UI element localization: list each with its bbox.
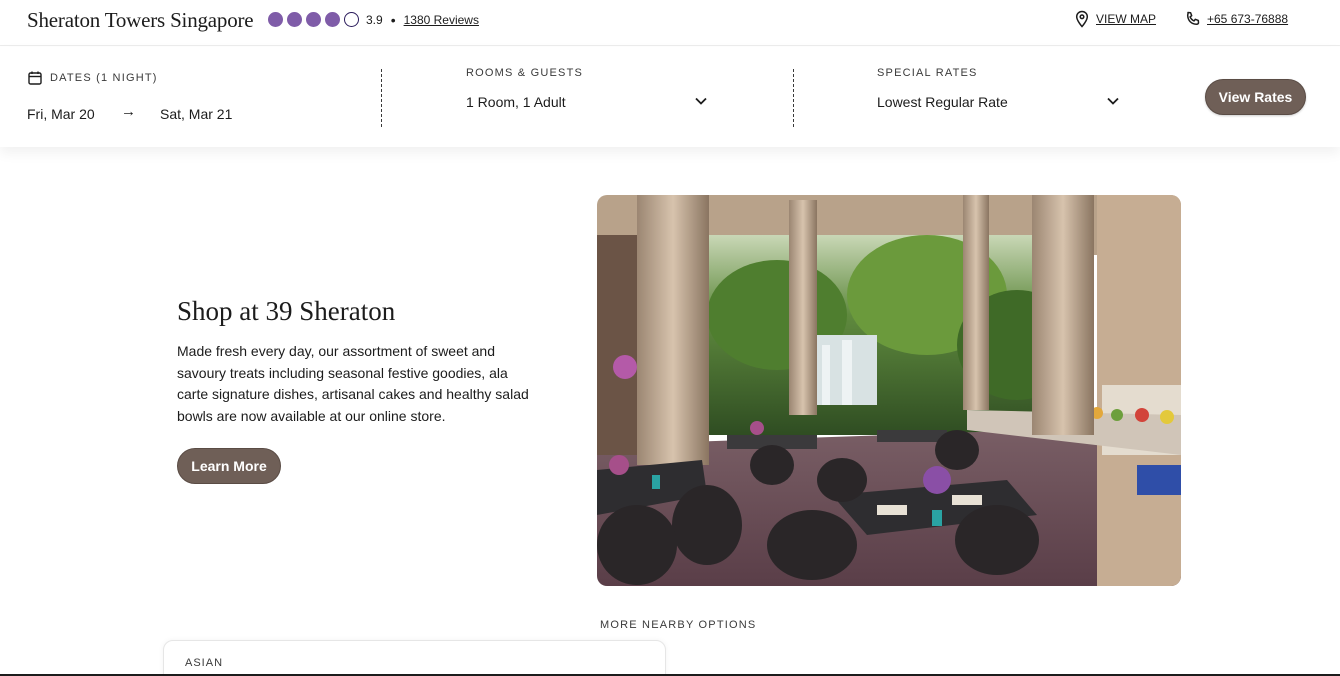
divider bbox=[793, 69, 794, 127]
view-rates-button[interactable]: View Rates bbox=[1205, 79, 1306, 115]
rooms-guests-select[interactable]: 1 Room, 1 Adult bbox=[466, 94, 566, 110]
calendar-icon bbox=[27, 70, 43, 86]
phone-icon bbox=[1184, 10, 1202, 28]
feature-title: Shop at 39 Sheraton bbox=[177, 296, 396, 326]
rating-value: 3.9 bbox=[366, 12, 383, 27]
rating-dot-filled bbox=[287, 12, 302, 27]
special-rates-select[interactable]: Lowest Regular Rate bbox=[877, 94, 1008, 110]
view-map-label[interactable]: VIEW MAP bbox=[1096, 12, 1156, 26]
location-pin-icon bbox=[1073, 10, 1091, 28]
chevron-down-icon[interactable] bbox=[694, 94, 708, 108]
special-rates-label: SPECIAL RATES bbox=[877, 67, 978, 79]
restaurant-photo bbox=[597, 195, 1181, 586]
rating-dot-filled bbox=[325, 12, 340, 27]
rating-dot-filled bbox=[268, 12, 283, 27]
separator-bullet: • bbox=[390, 11, 396, 28]
phone-link[interactable]: +65 673-76888 bbox=[1184, 10, 1288, 28]
rating-dot-filled bbox=[306, 12, 321, 27]
chevron-down-icon[interactable] bbox=[1106, 94, 1120, 108]
check-in-date[interactable]: Fri, Mar 20 bbox=[27, 106, 95, 122]
date-arrow-icon: → bbox=[121, 103, 136, 120]
view-map-link[interactable]: VIEW MAP bbox=[1073, 10, 1156, 28]
reviews-link[interactable]: 1380 Reviews bbox=[404, 13, 479, 27]
booking-bar: DATES (1 NIGHT) Fri, Mar 20 → Sat, Mar 2… bbox=[0, 47, 1340, 147]
nearby-options-heading: MORE NEARBY OPTIONS bbox=[600, 619, 757, 631]
dates-picker[interactable]: DATES (1 NIGHT) bbox=[27, 70, 158, 86]
hotel-name[interactable]: Sheraton Towers Singapore bbox=[27, 8, 254, 33]
feature-description: Made fresh every day, our assortment of … bbox=[177, 343, 529, 424]
nearby-option-card[interactable]: ASIAN bbox=[163, 640, 666, 676]
phone-number[interactable]: +65 673-76888 bbox=[1207, 12, 1288, 26]
check-out-date[interactable]: Sat, Mar 21 bbox=[160, 106, 232, 122]
rooms-guests-label: ROOMS & GUESTS bbox=[466, 67, 584, 79]
cuisine-tag: ASIAN bbox=[185, 657, 224, 669]
top-header: Sheraton Towers Singapore 3.9 • 1380 Rev… bbox=[0, 0, 1340, 46]
dates-label: DATES (1 NIGHT) bbox=[50, 72, 158, 84]
learn-more-button[interactable]: Learn More bbox=[177, 448, 281, 484]
rating-summary: 3.9 • 1380 Reviews bbox=[268, 12, 479, 27]
rating-dot-empty bbox=[344, 12, 359, 27]
divider bbox=[381, 69, 382, 127]
